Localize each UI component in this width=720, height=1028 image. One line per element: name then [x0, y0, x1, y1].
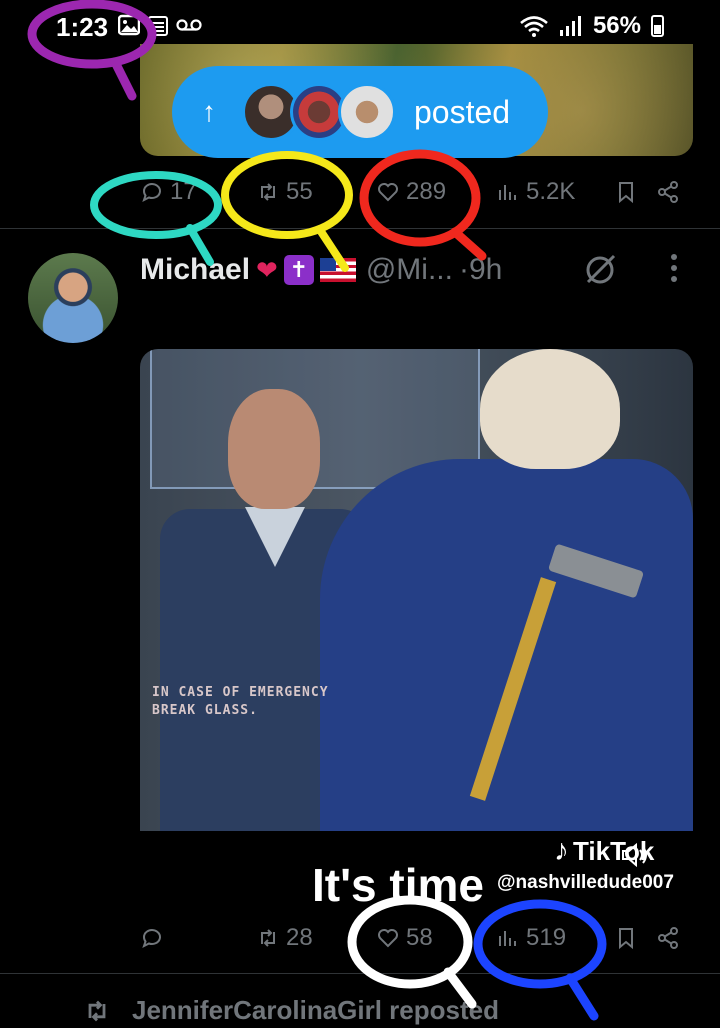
post-time[interactable]: ·9h: [459, 253, 502, 287]
like-button[interactable]: 58: [376, 924, 433, 952]
reply-count: 17: [170, 178, 197, 205]
author-name[interactable]: Michael: [140, 253, 250, 287]
share-button[interactable]: [656, 180, 680, 204]
views-icon: [499, 931, 516, 946]
reply-button[interactable]: 17: [140, 178, 197, 206]
views-button[interactable]: 5.2K: [496, 178, 575, 206]
post-divider: [0, 973, 720, 974]
author-handle[interactable]: @Mi...: [366, 253, 453, 287]
views-count: 519: [526, 924, 567, 951]
tiktok-note-icon: ♪: [554, 834, 569, 867]
heart-icon: [378, 929, 398, 948]
heart-emoji-icon: ❤: [256, 254, 278, 285]
post-video[interactable]: IN CASE OF EMERGENCY BREAK GLASS.: [140, 349, 693, 831]
tiktok-handle: @nashvilledude007: [497, 872, 674, 893]
wifi-icon: [520, 16, 548, 37]
heart-icon: [378, 183, 398, 202]
battery-icon: [651, 15, 664, 37]
grok-icon[interactable]: [582, 252, 618, 288]
like-count: 289: [406, 178, 447, 205]
views-icon: [499, 185, 516, 200]
status-icons-left: [118, 14, 202, 36]
battery-percent: 56%: [592, 12, 641, 39]
repost-button[interactable]: 28: [256, 924, 313, 952]
views-button[interactable]: 519: [496, 924, 566, 952]
more-options-icon[interactable]: [664, 254, 684, 282]
pill-avatars: [242, 83, 396, 141]
reply-button[interactable]: [140, 926, 170, 950]
tweet-header: Michael ❤ ✝ @Mi... ·9h: [140, 250, 502, 290]
arrow-up-icon: ↑: [202, 96, 216, 127]
repost-icon: [261, 183, 275, 201]
repost-icon: [88, 1000, 106, 1021]
bookmark-icon: [619, 182, 633, 204]
reply-icon: [142, 183, 161, 202]
repost-count: 28: [286, 924, 313, 951]
status-time: 1:23: [56, 12, 109, 42]
status-icons-right: 56%: [519, 12, 664, 40]
repost-label: JenniferCarolinaGirl reposted: [132, 995, 499, 1025]
repost-count: 55: [286, 178, 313, 205]
avatar: [338, 83, 396, 141]
tweet-actions: 28 58 519: [140, 918, 693, 958]
repost-button[interactable]: 55: [256, 178, 313, 206]
repost-context[interactable]: JenniferCarolinaGirl reposted: [80, 995, 499, 1026]
video-overlay-text: It's time: [312, 859, 484, 902]
share-icon: [658, 181, 678, 203]
post-divider: [0, 228, 720, 229]
bookmark-button[interactable]: [614, 926, 638, 950]
image-icon: [118, 14, 140, 36]
like-count: 58: [406, 924, 433, 951]
views-count: 5.2K: [526, 178, 576, 205]
share-icon: [658, 927, 678, 949]
previous-post-actions: 17 55 289 5.2K: [140, 172, 693, 212]
calendar-icon: [148, 16, 168, 36]
reply-icon: [142, 929, 161, 948]
share-button[interactable]: [656, 926, 680, 950]
like-button[interactable]: 289: [376, 178, 446, 206]
bookmark-button[interactable]: [614, 180, 638, 204]
volume-icon[interactable]: [620, 842, 650, 868]
author-avatar[interactable]: [28, 253, 118, 343]
us-flag-emoji-icon: [319, 258, 356, 282]
posted-label: posted: [414, 93, 511, 130]
new-posts-pill[interactable]: ↑ posted: [172, 66, 548, 158]
signal-icon: [559, 16, 581, 36]
repost-icon: [261, 929, 275, 947]
video-caption: IN CASE OF EMERGENCY BREAK GLASS.: [152, 685, 329, 718]
voicemail-icon: [176, 19, 202, 31]
bookmark-icon: [619, 928, 633, 950]
cross-emoji-icon: ✝: [283, 255, 314, 285]
